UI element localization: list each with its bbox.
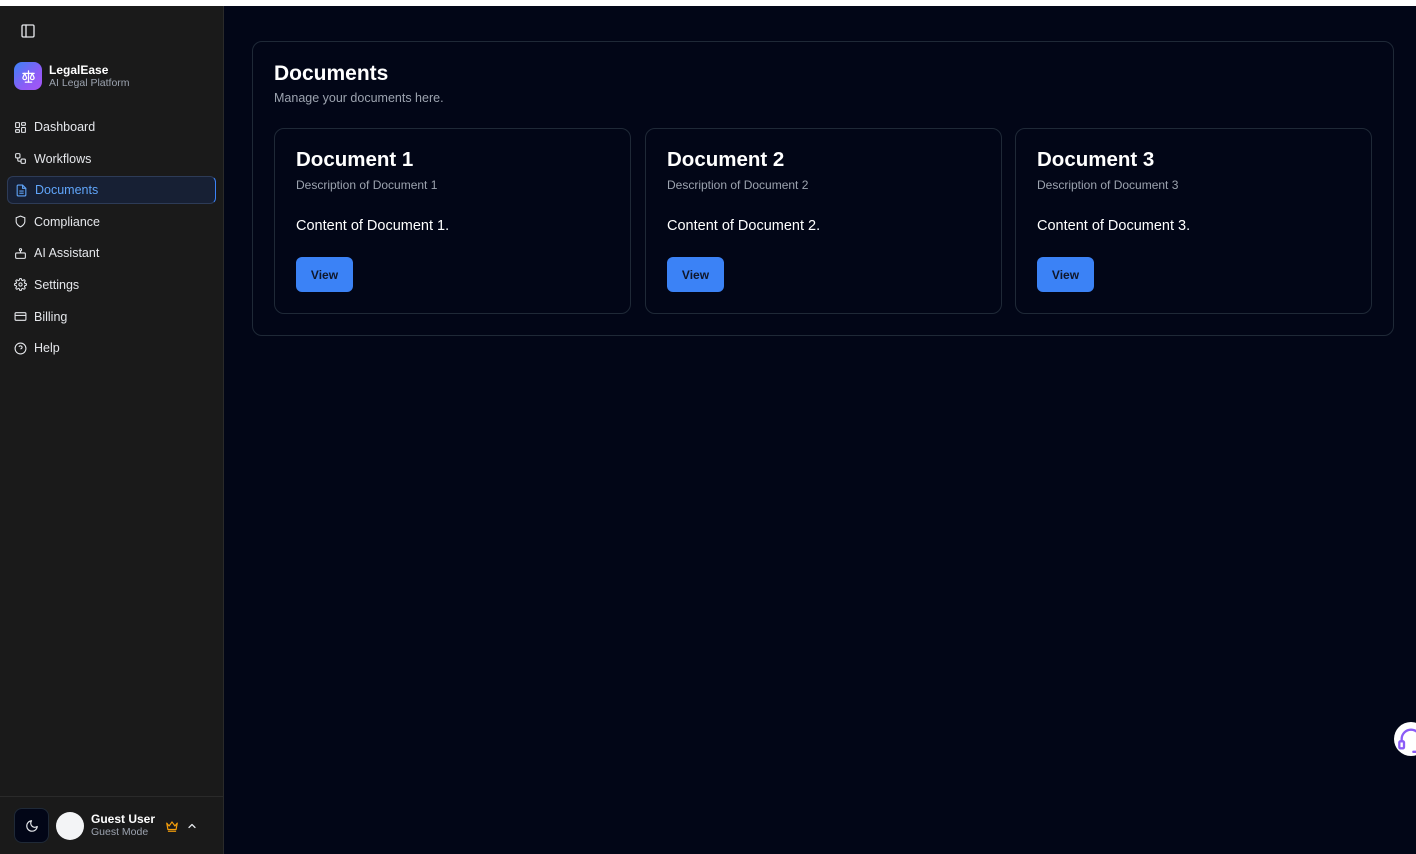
sidebar-item-label: Settings — [34, 277, 80, 292]
sidebar-item-label: Workflows — [34, 151, 92, 166]
document-description: Description of Document 3 — [1037, 178, 1179, 192]
sidebar-item-label: Help — [34, 341, 60, 356]
page-subtitle: Manage your documents here. — [274, 91, 444, 105]
document-content: Content of Document 3. — [1037, 218, 1191, 234]
view-button[interactable]: View — [1037, 257, 1094, 292]
view-button[interactable]: View — [667, 257, 724, 292]
workflow-icon — [15, 153, 26, 165]
sidebar-item-label: Billing — [34, 309, 68, 324]
sidebar: LegalEase AI Legal Platform Dashboard Wo… — [0, 6, 224, 854]
main-content: Documents Manage your documents here. Do… — [224, 6, 1416, 854]
document-icon — [16, 184, 27, 197]
crown-icon — [166, 820, 178, 832]
document-content: Content of Document 2. — [667, 218, 821, 234]
shield-icon — [15, 215, 26, 228]
document-card: Document 3 Description of Document 3 Con… — [1015, 128, 1372, 314]
help-circle-icon — [14, 342, 27, 355]
document-card: Document 2 Description of Document 2 Con… — [645, 128, 1002, 314]
sidebar-item-workflows[interactable]: Workflows — [7, 145, 216, 173]
documents-panel: Documents Manage your documents here. Do… — [252, 41, 1394, 336]
document-title: Document 2 — [667, 148, 785, 171]
view-button[interactable]: View — [296, 257, 353, 292]
theme-toggle-button[interactable] — [14, 808, 49, 843]
document-card: Document 1 Description of Document 1 Con… — [274, 128, 631, 314]
sidebar-item-compliance[interactable]: Compliance — [7, 208, 216, 236]
avatar[interactable] — [56, 811, 84, 840]
document-title: Document 3 — [1037, 148, 1155, 171]
sidebar-item-ai-assistant[interactable]: AI Assistant — [7, 239, 216, 267]
app-window: LegalEase AI Legal Platform Dashboard Wo… — [0, 6, 1416, 854]
user-mode: Guest Mode — [91, 826, 149, 838]
dashboard-icon — [15, 121, 26, 133]
page-title: Documents — [274, 62, 389, 85]
sidebar-item-help[interactable]: Help — [7, 334, 216, 362]
brand-subtitle: AI Legal Platform — [49, 76, 130, 89]
sidebar-nav: Dashboard Workflows Documents Compliance… — [7, 113, 216, 366]
sidebar-item-settings[interactable]: Settings — [7, 271, 216, 299]
support-chat-button[interactable] — [1394, 722, 1416, 756]
user-name: Guest User — [91, 812, 156, 826]
chevron-up-icon[interactable] — [186, 820, 198, 832]
document-description: Description of Document 1 — [296, 178, 438, 192]
sidebar-item-billing[interactable]: Billing — [7, 303, 216, 331]
scale-icon — [14, 62, 42, 90]
sidebar-item-label: Documents — [35, 183, 99, 198]
sidebar-item-label: AI Assistant — [34, 246, 100, 261]
headset-icon — [1398, 728, 1416, 753]
sidebar-item-label: Compliance — [34, 214, 101, 229]
sidebar-item-documents[interactable]: Documents — [7, 176, 216, 205]
moon-icon — [25, 819, 38, 832]
sidebar-toggle-icon[interactable] — [20, 23, 36, 39]
credit-card-icon — [14, 312, 27, 321]
brand: LegalEase AI Legal Platform — [14, 62, 130, 90]
sidebar-item-dashboard[interactable]: Dashboard — [7, 113, 216, 141]
document-content: Content of Document 1. — [296, 218, 450, 234]
document-title: Document 1 — [296, 148, 414, 171]
gear-icon — [14, 278, 27, 292]
sidebar-item-label: Dashboard — [34, 120, 96, 134]
brand-name: LegalEase — [49, 62, 109, 77]
bot-icon — [15, 247, 26, 259]
user-bar: Guest User Guest Mode — [0, 796, 223, 854]
document-description: Description of Document 2 — [667, 178, 809, 192]
